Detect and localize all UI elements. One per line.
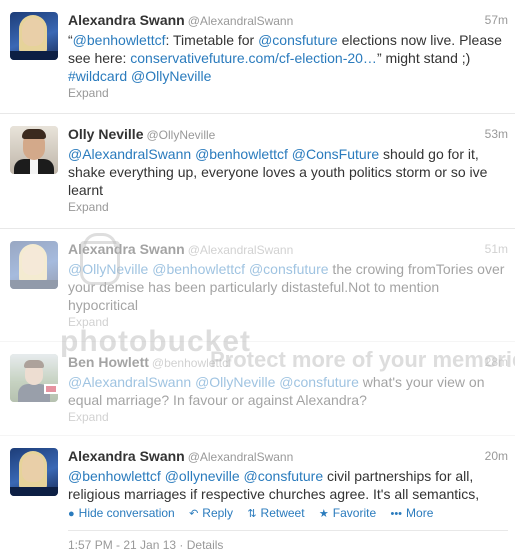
tweet-text: @AlexandralSwann @benhowlettcf @ConsFutu…	[68, 146, 488, 198]
hashtag-link[interactable]: #wildcard	[68, 68, 127, 84]
tweet-text: @benhowlettcf @ollyneville @consfuture c…	[68, 468, 480, 502]
author-name[interactable]: Ben Howlett	[68, 354, 149, 370]
favorite-button[interactable]: ★ Favorite	[319, 506, 376, 520]
mention-link[interactable]: @consfuture	[244, 468, 324, 484]
tweet-actions: ● Hide conversation ↶ Reply ⇅ Retweet ★ Favo…	[68, 506, 508, 522]
tweet-header: Alexandra Swann @AlexandralSwann 57m	[68, 12, 508, 30]
mention-link[interactable]: @OllyNeville	[131, 68, 211, 84]
ellipsis-icon: •••	[390, 508, 403, 520]
avatar[interactable]	[10, 126, 58, 174]
tweet-timestamp[interactable]: 53m	[485, 127, 508, 141]
avatar[interactable]	[10, 12, 58, 60]
retweet-button[interactable]: ⇅ Retweet	[247, 506, 304, 520]
author-name[interactable]: Alexandra Swann	[68, 12, 185, 28]
url-link[interactable]: conservativefuture.com/cf-election-20…	[130, 50, 377, 66]
mention-link[interactable]: @ConsFuture	[292, 146, 379, 162]
tweet-item[interactable]: Alexandra Swann @AlexandralSwann 57m “@be…	[0, 0, 515, 114]
mention-link[interactable]: @benhowlettcf	[152, 261, 245, 277]
tweet-item[interactable]: Ben Howlett @benhowlettcf 28m @Alexandral…	[0, 342, 515, 436]
avatar[interactable]	[10, 241, 58, 289]
tweet-header: Olly Neville @OllyNeville 53m	[68, 126, 508, 144]
tweet-item[interactable]: Alexandra Swann @AlexandralSwann 51m @Oll…	[0, 229, 515, 342]
tweet-header: Alexandra Swann @AlexandralSwann 51m	[68, 241, 508, 259]
mention-link[interactable]: @benhowlettcf	[68, 468, 161, 484]
tweet-text: @OllyNeville @benhowlettcf @consfuture t…	[68, 261, 505, 313]
mention-link[interactable]: @AlexandralSwann	[68, 374, 191, 390]
tweet-header: Alexandra Swann @AlexandralSwann 20m	[68, 448, 508, 466]
author-handle[interactable]: @AlexandralSwann	[188, 243, 294, 257]
tweet-header: Ben Howlett @benhowlettcf 28m	[68, 354, 508, 372]
author-handle[interactable]: @OllyNeville	[146, 128, 215, 142]
tweet-timestamp[interactable]: 57m	[485, 13, 508, 27]
mention-link[interactable]: @ollyneville	[165, 468, 240, 484]
avatar[interactable]	[10, 354, 58, 402]
tweet-text: “@benhowlettcf: Timetable for @consfutur…	[68, 32, 502, 84]
reply-icon: ↶	[189, 508, 199, 520]
conversation-icon: ●	[68, 508, 75, 520]
tweet-item[interactable]: Olly Neville @OllyNeville 53m @Alexandral…	[0, 114, 515, 229]
more-button[interactable]: ••• More	[390, 506, 433, 520]
expand-link[interactable]: Expand	[68, 410, 109, 424]
expand-link[interactable]: Expand	[68, 86, 109, 100]
author-handle[interactable]: @benhowlettcf	[152, 356, 232, 370]
expand-link[interactable]: Expand	[68, 200, 109, 214]
author-name[interactable]: Alexandra Swann	[68, 448, 185, 464]
tweet-timeline: Alexandra Swann @AlexandralSwann 57m “@be…	[0, 0, 515, 560]
mention-link[interactable]: @consfuture	[279, 374, 359, 390]
author-handle[interactable]: @AlexandralSwann	[188, 14, 294, 28]
mention-link[interactable]: @OllyNeville	[68, 261, 148, 277]
tweet-text: @AlexandralSwann @OllyNeville @consfutur…	[68, 374, 485, 408]
tweet-meta[interactable]: 1:57 PM - 21 Jan 13 · Details	[68, 538, 223, 552]
mention-link[interactable]: @consfuture	[258, 32, 338, 48]
reply-button[interactable]: ↶ Reply	[189, 506, 233, 520]
mention-link[interactable]: @benhowlettcf	[195, 146, 288, 162]
author-name[interactable]: Alexandra Swann	[68, 241, 185, 257]
tweet-timestamp[interactable]: 51m	[485, 242, 508, 256]
star-icon: ★	[318, 508, 329, 520]
divider	[68, 530, 508, 531]
tweet-timestamp[interactable]: 28m	[485, 355, 508, 369]
mention-link[interactable]: @benhowlettcf	[73, 32, 166, 48]
author-name[interactable]: Olly Neville	[68, 126, 143, 142]
author-handle[interactable]: @AlexandralSwann	[188, 450, 294, 464]
mention-link[interactable]: @OllyNeville	[195, 374, 275, 390]
tweet-item-expanded[interactable]: Alexandra Swann @AlexandralSwann 20m @ben…	[0, 436, 515, 560]
tweet-timestamp[interactable]: 20m	[485, 449, 508, 463]
hide-conversation-button[interactable]: ● Hide conversation	[68, 506, 175, 520]
avatar[interactable]	[10, 448, 58, 496]
retweet-icon: ⇅	[247, 508, 257, 520]
mention-link[interactable]: @consfuture	[249, 261, 329, 277]
mention-link[interactable]: @AlexandralSwann	[68, 146, 191, 162]
expand-link[interactable]: Expand	[68, 315, 109, 329]
